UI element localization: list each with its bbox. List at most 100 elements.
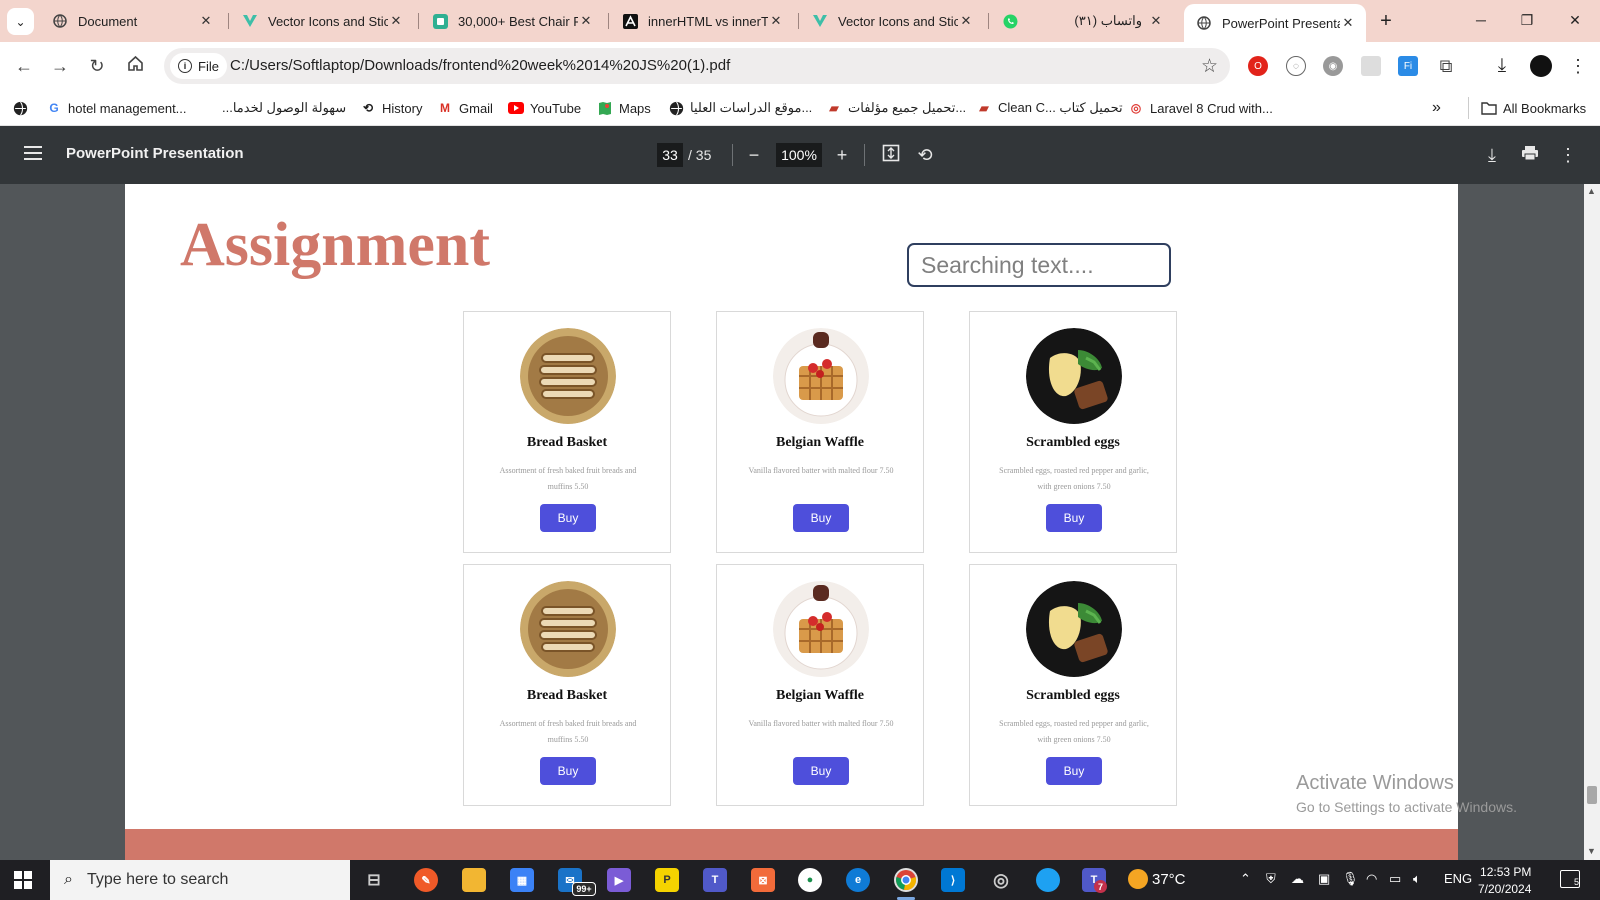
fit-page-button[interactable] xyxy=(877,141,905,169)
bookmark-clean-code[interactable]: ▰ Clean C... تحميل كتاب xyxy=(976,97,1122,119)
xampp-icon[interactable]: ⊠ xyxy=(751,868,775,892)
battery-icon[interactable]: ▭ xyxy=(1389,871,1401,887)
extension-icon[interactable]: ◌ xyxy=(1286,56,1306,76)
restore-button[interactable]: ❐ xyxy=(1504,0,1550,40)
app-blue-icon[interactable] xyxy=(1036,868,1060,892)
all-bookmarks-button[interactable]: All Bookmarks xyxy=(1468,97,1586,119)
new-tab-button[interactable]: + xyxy=(1374,9,1398,33)
buy-button[interactable]: Buy xyxy=(1046,757,1102,785)
site-info-chip[interactable]: i File xyxy=(170,53,227,79)
page-number-input[interactable]: 33 xyxy=(657,143,683,167)
close-icon[interactable]: ✕ xyxy=(1340,15,1356,31)
restore-icon: ❐ xyxy=(1520,11,1534,28)
pdf-download-button[interactable]: ⤓ xyxy=(1478,141,1506,169)
print-button[interactable] xyxy=(1516,141,1544,169)
bookmark-star-icon[interactable]: ☆ xyxy=(1201,55,1218,78)
extension-icon[interactable]: ◉ xyxy=(1323,56,1343,76)
address-bar[interactable]: i File C:/Users/Softlaptop/Downloads/fro… xyxy=(164,48,1230,84)
extension-icon[interactable] xyxy=(1361,56,1381,76)
app-green-drop-icon[interactable]: ● xyxy=(798,868,822,892)
language-indicator[interactable]: ENG xyxy=(1444,871,1472,886)
security-shield-icon[interactable]: ⛨ xyxy=(1266,871,1276,887)
pdf-more-menu-button[interactable]: ⋮ xyxy=(1554,141,1582,169)
download-icon[interactable]: ⤓ xyxy=(1492,55,1512,76)
bookmark-download-works[interactable]: ▰ تحميل جميع مؤلفات... xyxy=(826,97,966,119)
wifi-icon[interactable]: ◠ xyxy=(1366,871,1377,887)
buy-button[interactable]: Buy xyxy=(793,757,849,785)
player-app-icon[interactable]: P xyxy=(655,868,679,892)
close-icon[interactable]: ✕ xyxy=(578,13,594,29)
media-player-icon[interactable]: ▶ xyxy=(607,868,631,892)
tab-document[interactable]: Document ✕ xyxy=(40,6,224,36)
close-icon[interactable]: ✕ xyxy=(768,13,784,29)
buy-button[interactable]: Buy xyxy=(540,504,596,532)
bookmark-globe[interactable] xyxy=(12,97,34,119)
close-icon[interactable]: ✕ xyxy=(198,13,214,29)
more-menu-icon[interactable]: ⋮ xyxy=(1568,56,1588,76)
close-icon[interactable]: ✕ xyxy=(388,13,404,29)
file-explorer-icon[interactable] xyxy=(462,868,486,892)
scroll-up-icon[interactable]: ▲ xyxy=(1587,186,1596,196)
opera-extension-icon[interactable]: O xyxy=(1248,56,1268,76)
profile-avatar[interactable] xyxy=(1530,55,1552,77)
rotate-button[interactable]: ⟲ xyxy=(911,141,939,169)
scroll-down-icon[interactable]: ▼ xyxy=(1587,846,1596,856)
bookmark-history[interactable]: ⟲ History xyxy=(360,97,422,119)
tab-vector-icons-1[interactable]: Vector Icons and Stic ✕ xyxy=(230,6,414,36)
home-button[interactable] xyxy=(119,50,151,82)
weather-temperature[interactable]: 37°C xyxy=(1152,871,1186,888)
bookmark-maps[interactable]: Maps xyxy=(597,97,651,119)
store-icon[interactable]: ▦ xyxy=(510,868,534,892)
bookmark-accessibility[interactable]: سهولة الوصول لخدما... xyxy=(222,97,346,119)
chrome-icon[interactable] xyxy=(894,868,918,892)
chevron-up-icon[interactable]: ⌃ xyxy=(1240,871,1251,887)
back-button[interactable]: ← xyxy=(8,50,40,82)
tab-whatsapp[interactable]: (٣١) واتساب ✕ xyxy=(990,6,1174,36)
app-aperture-icon[interactable]: ◎ xyxy=(989,868,1013,892)
system-clock[interactable]: 12:53 PM 7/20/2024 xyxy=(1478,864,1531,898)
bookmark-gmail[interactable]: M Gmail xyxy=(437,97,493,119)
url-text[interactable]: C:/Users/Softlaptop/Downloads/frontend%2… xyxy=(230,57,730,74)
scrollbar[interactable] xyxy=(1584,184,1600,860)
bookmark-label: موقع الدراسات العليا... xyxy=(690,100,813,115)
buy-button[interactable]: Buy xyxy=(793,504,849,532)
forward-button[interactable]: → xyxy=(44,50,76,82)
close-icon[interactable]: ✕ xyxy=(1148,13,1164,29)
meet-now-icon[interactable]: ▣ xyxy=(1318,871,1330,887)
volume-icon[interactable]: 🔈︎ xyxy=(1413,871,1421,887)
puzzle-extensions-icon[interactable]: ⧉ xyxy=(1436,56,1456,76)
bookmark-youtube[interactable]: YouTube xyxy=(508,97,581,119)
close-window-button[interactable]: ✕ xyxy=(1552,0,1598,40)
menu-icon[interactable] xyxy=(24,146,42,160)
bookmark-graduate-studies[interactable]: موقع الدراسات العليا... xyxy=(668,97,812,119)
windows-start-icon[interactable] xyxy=(14,871,32,889)
minimize-button[interactable]: ─ xyxy=(1458,0,1504,40)
buy-button[interactable]: Buy xyxy=(1046,504,1102,532)
tab-innerhtml[interactable]: innerHTML vs innerTe ✕ xyxy=(610,6,794,36)
tab-powerpoint-active[interactable]: PowerPoint Presentat ✕ xyxy=(1184,4,1366,42)
more-bookmarks-button[interactable]: » xyxy=(1432,97,1441,119)
onedrive-cloud-icon[interactable]: ☁ xyxy=(1291,871,1304,887)
zoom-out-button[interactable]: − xyxy=(740,141,768,169)
bookmark-hotel-management[interactable]: G hotel management... xyxy=(46,97,186,119)
tab-chair-pictures[interactable]: 30,000+ Best Chair P ✕ xyxy=(420,6,604,36)
globe-icon xyxy=(52,13,68,29)
task-view-icon[interactable]: ⊟ xyxy=(362,868,386,892)
zoom-in-button[interactable]: + xyxy=(828,141,856,169)
close-icon[interactable]: ✕ xyxy=(958,13,974,29)
extension-fi-icon[interactable]: Fi xyxy=(1398,56,1418,76)
reload-button[interactable]: ↻ xyxy=(81,50,113,82)
buy-button[interactable]: Buy xyxy=(540,757,596,785)
edge-icon[interactable]: e xyxy=(846,868,870,892)
microphone-icon[interactable]: 🎙︎ xyxy=(1342,871,1359,887)
scrollbar-thumb[interactable] xyxy=(1587,786,1597,804)
notification-center-icon[interactable]: 5 xyxy=(1560,870,1580,888)
app-orange-icon[interactable]: ✎ xyxy=(414,868,438,892)
tab-vector-icons-2[interactable]: Vector Icons and Stic ✕ xyxy=(800,6,984,36)
teams-icon[interactable]: T xyxy=(703,868,727,892)
taskbar-search-box[interactable]: ⌕ Type here to search xyxy=(50,860,350,900)
zoom-level-input[interactable]: 100% xyxy=(776,143,822,167)
bookmark-laravel[interactable]: ◎ Laravel 8 Crud with... xyxy=(1128,97,1273,119)
tab-search-button[interactable]: ⌄ xyxy=(7,8,34,35)
vscode-icon[interactable]: ⟩ xyxy=(941,868,965,892)
